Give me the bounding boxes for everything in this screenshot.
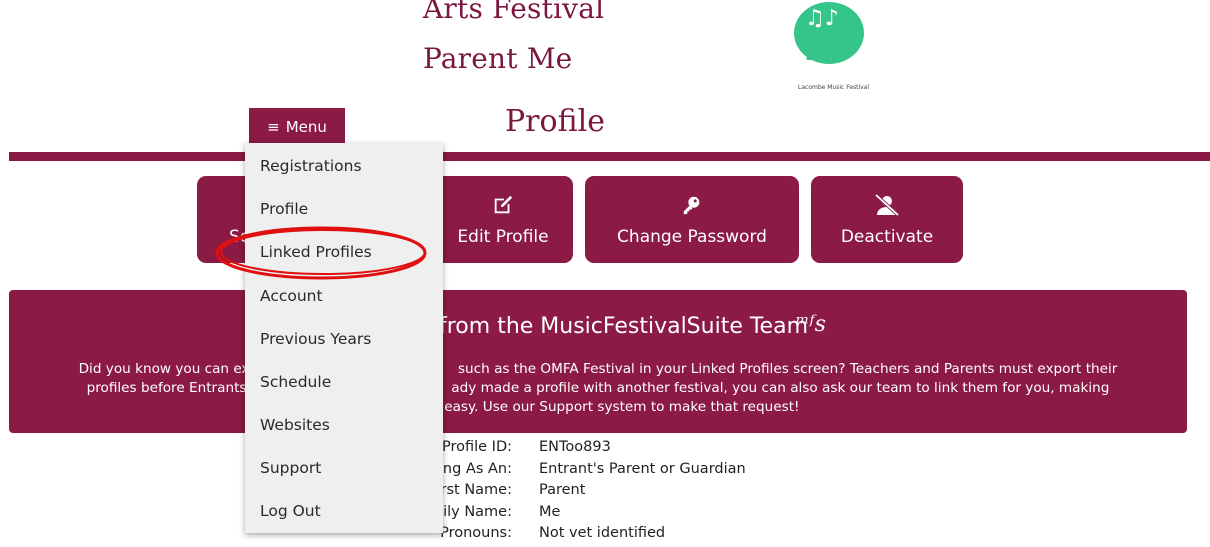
festival-logo[interactable]: ♫♪ LMF Lacombe Music Festival xyxy=(780,0,915,104)
logo-text: LMF xyxy=(805,44,847,65)
edit-profile-label: Edit Profile xyxy=(457,227,549,247)
notice-line: stivals easy. Use our Support system to … xyxy=(396,399,800,415)
user-name-title: Parent Me xyxy=(423,42,573,75)
team-notice-banner: from the MusicFestivalSuite Team ᵐᶠs Did… xyxy=(9,290,1187,433)
key-icon xyxy=(585,194,799,222)
festival-title: Arts Festival xyxy=(423,0,605,25)
mfs-logo-icon: ᵐᶠs xyxy=(796,312,826,337)
edit-profile-button[interactable]: Edit Profile xyxy=(433,176,573,263)
deactivate-button[interactable]: Deactivate xyxy=(811,176,963,263)
menu-item-schedule[interactable]: Schedule xyxy=(260,373,331,391)
profile-value: Entrant's Parent or Guardian xyxy=(539,460,746,477)
menu-item-support[interactable]: Support xyxy=(260,459,321,477)
profile-value: Not vet identified xyxy=(539,525,666,541)
menu-item-profile[interactable]: Profile xyxy=(260,200,308,218)
profile-row: Pronouns: Not vet identified xyxy=(380,525,880,547)
menu-button[interactable]: ≡ Menu xyxy=(249,108,345,146)
menu-item-previous-years[interactable]: Previous Years xyxy=(260,330,371,348)
notice-title: from the MusicFestivalSuite Team xyxy=(439,314,809,339)
page-title: Profile xyxy=(505,104,605,139)
profile-row: Profile ID: ENToo893 xyxy=(380,439,880,461)
change-password-button[interactable]: Change Password xyxy=(585,176,799,263)
menu-item-log-out[interactable]: Log Out xyxy=(260,502,321,520)
user-slash-icon xyxy=(811,193,963,222)
profile-row: ating As An: Entrant's Parent or Guardia… xyxy=(380,461,880,483)
profile-value: Me xyxy=(539,503,561,520)
profile-row: mily Name: Me xyxy=(380,504,880,526)
deactivate-label: Deactivate xyxy=(840,227,934,247)
menu-button-label: Menu xyxy=(285,118,327,136)
profile-row: First Name: Parent xyxy=(380,482,880,504)
profile-label: Pronouns: xyxy=(440,525,512,541)
notice-body: Did you know you can export yo such as t… xyxy=(9,360,1187,417)
logo-subtitle: Lacombe Music Festival xyxy=(798,84,870,91)
profile-value: Parent xyxy=(539,482,586,498)
profile-label: Profile ID: xyxy=(441,439,512,455)
menu-item-account[interactable]: Account xyxy=(260,287,323,305)
menu-item-registrations[interactable]: Registrations xyxy=(260,157,362,175)
notice-line: Did you know you can export yo such as t… xyxy=(78,361,1118,377)
menu-item-websites[interactable]: Websites xyxy=(260,416,330,434)
header-divider-band xyxy=(9,152,1210,161)
notice-line: profiles before Entrants can ex ady made… xyxy=(86,380,1110,396)
change-password-label: Change Password xyxy=(617,227,767,247)
music-notes-icon: ♫♪ xyxy=(805,6,839,31)
edit-icon xyxy=(433,194,573,222)
profile-value: ENToo893 xyxy=(539,439,611,455)
profile-details: Profile ID: ENToo893 ating As An: Entran… xyxy=(380,439,880,547)
menu-item-linked-profiles[interactable]: Linked Profiles xyxy=(260,243,372,261)
hamburger-icon: ≡ xyxy=(267,118,280,136)
menu-dropdown: Registrations Profile Linked Profiles Ac… xyxy=(245,143,443,533)
